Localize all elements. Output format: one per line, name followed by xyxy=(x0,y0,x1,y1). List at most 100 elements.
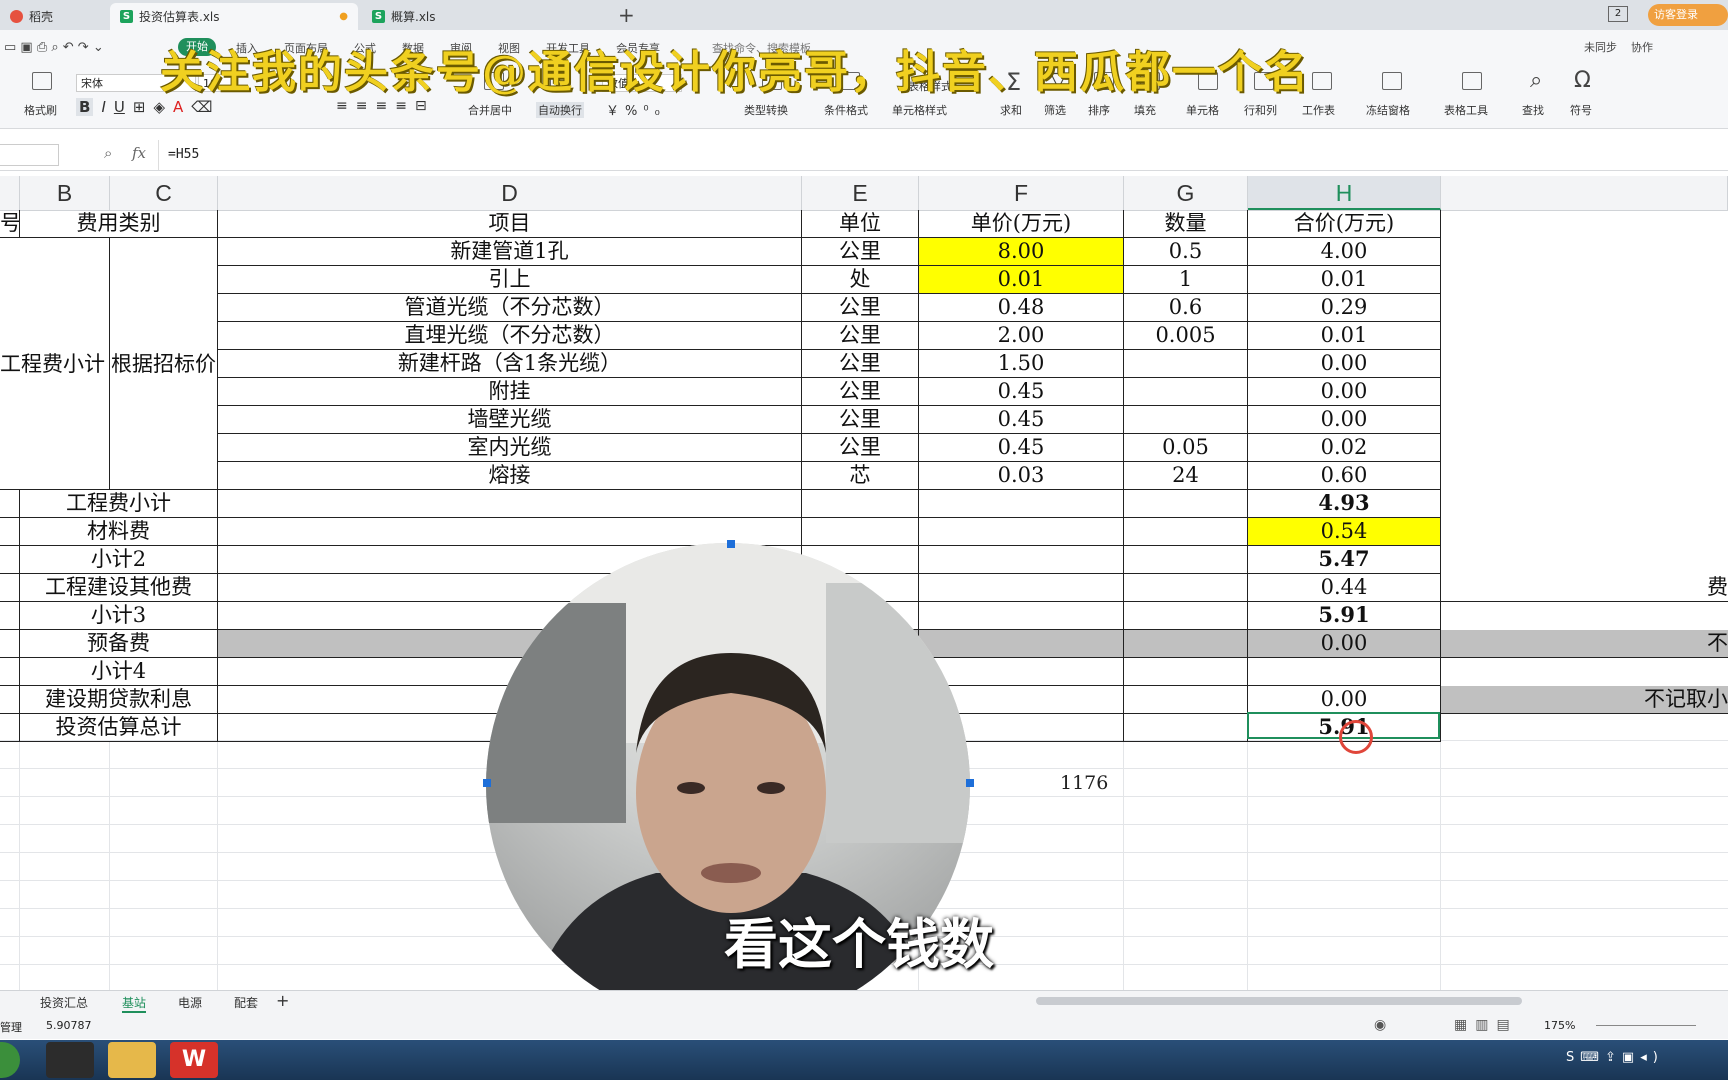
cell-fee-category[interactable]: 工程建设其他费 xyxy=(20,574,218,602)
cell-note[interactable]: 不 xyxy=(1441,630,1728,658)
cell-total[interactable]: 0.00 xyxy=(1248,378,1441,406)
justify-icon[interactable]: ≡ xyxy=(395,98,407,114)
bold-icon[interactable]: B xyxy=(76,98,94,116)
quick-access-icons[interactable]: ▭ ▣ ⎙ ⌕ ↶ ↷ ⌄ xyxy=(4,40,104,55)
view-mode-icons[interactable]: ▦▥▤ xyxy=(1454,1017,1518,1033)
freeze-panes-button[interactable]: 冻结窗格 xyxy=(1366,102,1410,118)
cell-quantity[interactable]: 0.005 xyxy=(1124,322,1248,350)
cell-note[interactable]: 费 xyxy=(1441,574,1728,602)
formula-input[interactable]: =H55 xyxy=(168,147,199,162)
cell-unit-price[interactable]: 0.03 xyxy=(919,462,1124,490)
cell-unit[interactable]: 公里 xyxy=(802,406,919,434)
resize-handle-left[interactable] xyxy=(483,779,491,787)
cell-item[interactable]: 管道光缆（不分芯数） xyxy=(218,294,802,322)
cell-unit-price[interactable]: 0.45 xyxy=(919,434,1124,462)
cell-unit-price[interactable]: 1.50 xyxy=(919,350,1124,378)
table-tools-button[interactable]: 表格工具 xyxy=(1444,102,1488,118)
col-header-g[interactable]: G xyxy=(1124,176,1248,210)
cell-button[interactable]: 单元格 xyxy=(1186,102,1219,118)
file-explorer-icon[interactable] xyxy=(108,1042,156,1078)
filter-button[interactable]: 筛选 xyxy=(1044,102,1066,118)
merge-center-button[interactable]: 合并居中 xyxy=(468,102,512,118)
col-header-a[interactable] xyxy=(0,176,20,210)
cell-a[interactable] xyxy=(0,490,20,518)
cell-item[interactable]: 新建杆路（含1条光缆） xyxy=(218,350,802,378)
cell-unit-price[interactable] xyxy=(919,602,1124,630)
underline-icon[interactable]: U xyxy=(114,98,125,116)
cell-total[interactable]: 4.00 xyxy=(1248,238,1441,266)
number-format-icons[interactable]: ￥%⁰₀ xyxy=(606,100,666,119)
row-column-button[interactable]: 行和列 xyxy=(1244,102,1277,118)
cell-total[interactable]: 5.47 xyxy=(1248,546,1441,574)
tab-daoke[interactable]: 稻壳 xyxy=(0,3,110,30)
cell-quantity[interactable] xyxy=(1124,658,1248,686)
cell-total[interactable]: 0.02 xyxy=(1248,434,1441,462)
cell-quantity[interactable] xyxy=(1124,602,1248,630)
cell-unit-price[interactable] xyxy=(919,574,1124,602)
sheet-tab-base-station[interactable]: 基站 xyxy=(122,994,147,1013)
collaborate-button[interactable]: 协作 xyxy=(1631,39,1653,55)
conditional-format-button[interactable]: 条件格式 xyxy=(824,102,868,118)
zoom-slider[interactable] xyxy=(1596,1025,1696,1026)
cell-fee-category[interactable]: 工程费小计 xyxy=(20,490,218,518)
sort-button[interactable]: 排序 xyxy=(1088,102,1110,118)
cell-total[interactable]: 0.44 xyxy=(1248,574,1441,602)
cell-unit[interactable] xyxy=(802,490,919,518)
col-header-h[interactable]: H xyxy=(1248,176,1441,210)
type-convert-button[interactable]: 类型转换 xyxy=(744,102,788,118)
cell-quantity[interactable] xyxy=(1124,406,1248,434)
cell-unit-price[interactable] xyxy=(919,630,1124,658)
cell-quantity[interactable]: 0.05 xyxy=(1124,434,1248,462)
cell-fee-category[interactable]: 小计3 xyxy=(20,602,218,630)
cell-item[interactable] xyxy=(218,490,802,518)
cell-note[interactable]: 不记取小 xyxy=(1441,686,1728,714)
cell-item[interactable]: 引上 xyxy=(218,266,802,294)
col-header-f[interactable]: F xyxy=(919,176,1124,210)
cell-total[interactable]: 0.29 xyxy=(1248,294,1441,322)
format-painter-button[interactable]: 格式刷 xyxy=(24,102,57,118)
col-header-c[interactable]: C xyxy=(110,176,218,210)
sheet-tab-investment-summary[interactable]: 投资汇总 xyxy=(40,994,88,1011)
cell-unit[interactable]: 公里 xyxy=(802,238,919,266)
cell-item[interactable]: 直埋光缆（不分芯数） xyxy=(218,322,802,350)
wrap-text-button[interactable]: 自动换行 xyxy=(536,102,584,118)
cell-quantity[interactable] xyxy=(1124,378,1248,406)
name-box[interactable] xyxy=(0,144,59,166)
worksheet-button[interactable]: 工作表 xyxy=(1302,102,1335,118)
cell-fee-category[interactable]: 材料费 xyxy=(20,518,218,546)
cell-quantity[interactable] xyxy=(1124,686,1248,714)
system-tray-icons[interactable]: S⌨⇪▣◂) xyxy=(1566,1050,1664,1065)
cell-a[interactable] xyxy=(0,518,20,546)
eye-protection-icon[interactable]: ◉ xyxy=(1374,1017,1386,1033)
align-right-icon[interactable]: ≡ xyxy=(375,98,387,114)
cell-item[interactable]: 室内光缆 xyxy=(218,434,802,462)
new-tab-button[interactable]: + xyxy=(618,3,635,27)
cell-style-button[interactable]: 单元格样式 xyxy=(892,102,947,118)
resize-handle-top[interactable] xyxy=(727,540,735,548)
fill-button[interactable]: 填充 xyxy=(1134,102,1156,118)
cell-total[interactable]: 0.60 xyxy=(1248,462,1441,490)
eraser-icon[interactable]: ⌫ xyxy=(191,98,212,116)
cell-item[interactable] xyxy=(218,518,802,546)
cell-item[interactable]: 墙壁光缆 xyxy=(218,406,802,434)
start-button[interactable] xyxy=(0,1042,20,1078)
cell-fee-category[interactable]: 投资估算总计 xyxy=(20,714,218,742)
cell-unit[interactable]: 公里 xyxy=(802,322,919,350)
find-button[interactable]: 查找 xyxy=(1522,102,1544,118)
cell-quantity[interactable] xyxy=(1124,574,1248,602)
cell-quantity[interactable] xyxy=(1124,518,1248,546)
fill-color-icon[interactable]: ◈ xyxy=(153,98,165,116)
cell-unit-price[interactable] xyxy=(919,546,1124,574)
tab-budget[interactable]: S 概算.xls xyxy=(362,3,602,30)
sheet-tab-power[interactable]: 电源 xyxy=(178,994,202,1011)
cell-unit-price[interactable]: 0.48 xyxy=(919,294,1124,322)
cell-unit[interactable]: 公里 xyxy=(802,350,919,378)
cell-unit-price[interactable] xyxy=(919,490,1124,518)
sum-button[interactable]: 求和 xyxy=(1000,102,1022,118)
cell-quantity[interactable] xyxy=(1124,350,1248,378)
cell-item[interactable]: 新建管道1孔 xyxy=(218,238,802,266)
cell-a[interactable] xyxy=(0,714,20,742)
cell-a[interactable] xyxy=(0,658,20,686)
visitor-login-button[interactable]: 访客登录 xyxy=(1648,4,1728,26)
cell-unit-price[interactable]: 0.45 xyxy=(919,378,1124,406)
